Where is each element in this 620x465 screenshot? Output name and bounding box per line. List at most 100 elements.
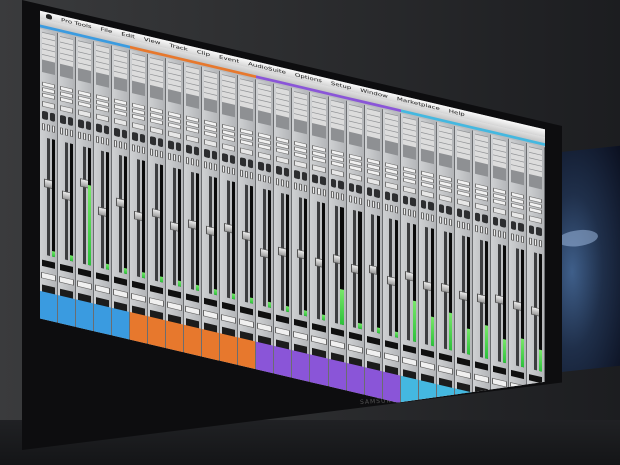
channel-buttons[interactable] — [330, 190, 344, 201]
automation-mode-selector[interactable] — [276, 156, 290, 165]
solo-mute-button[interactable] — [191, 158, 195, 166]
solo-mute-button[interactable] — [520, 235, 524, 244]
pan-knob[interactable] — [258, 161, 264, 172]
inserts-section[interactable] — [438, 125, 452, 169]
pan-knobs[interactable] — [312, 174, 326, 186]
io-section[interactable] — [366, 157, 380, 178]
solo-mute-button[interactable] — [268, 176, 272, 184]
solo-mute-button[interactable] — [173, 153, 177, 162]
pan-knobs[interactable] — [510, 220, 524, 233]
solo-mute-button[interactable] — [196, 159, 200, 167]
solo-mute-button[interactable] — [245, 170, 249, 179]
solo-mute-button[interactable] — [538, 239, 542, 248]
solo-mute-button[interactable] — [430, 214, 434, 222]
inserts-section[interactable] — [312, 95, 326, 139]
automation-mode-selector[interactable] — [474, 202, 488, 212]
io-section[interactable] — [114, 98, 128, 119]
volume-fader-track[interactable] — [191, 171, 195, 290]
automation-mode-selector[interactable] — [456, 198, 470, 207]
automation-mode-selector[interactable] — [402, 185, 416, 195]
pan-knobs[interactable] — [186, 144, 200, 156]
io-section[interactable] — [96, 94, 110, 114]
inserts-section[interactable] — [96, 44, 110, 88]
pan-knob[interactable] — [438, 203, 445, 214]
pan-knob[interactable] — [500, 218, 506, 228]
automation-mode-selector[interactable] — [168, 130, 182, 140]
automation-mode-selector[interactable] — [150, 126, 164, 135]
pan-knob[interactable] — [222, 152, 228, 163]
inserts-section[interactable] — [150, 57, 164, 101]
pan-knob[interactable] — [103, 125, 110, 135]
automation-mode-selector[interactable] — [132, 122, 146, 131]
track-name-field[interactable] — [59, 276, 75, 286]
solo-mute-button[interactable] — [366, 199, 370, 207]
channel-buttons[interactable] — [42, 123, 56, 133]
solo-mute-button[interactable] — [340, 193, 344, 201]
solo-mute-button[interactable] — [168, 152, 172, 161]
pan-knob[interactable] — [410, 197, 416, 207]
io-section[interactable] — [330, 149, 344, 169]
automation-mode-selector[interactable] — [42, 100, 56, 110]
io-section[interactable] — [402, 166, 416, 186]
track-name-field[interactable] — [419, 360, 435, 371]
inserts-section[interactable] — [258, 82, 272, 126]
io-section[interactable] — [132, 102, 146, 123]
solo-mute-button[interactable] — [52, 125, 56, 133]
channel-buttons[interactable] — [492, 228, 506, 239]
solo-mute-button[interactable] — [515, 234, 519, 242]
inserts-section[interactable] — [276, 87, 290, 131]
solo-mute-button[interactable] — [47, 124, 51, 132]
pan-knobs[interactable] — [276, 165, 290, 178]
inserts-section[interactable] — [240, 78, 254, 122]
solo-mute-button[interactable] — [497, 230, 501, 238]
solo-mute-button[interactable] — [492, 228, 496, 237]
pan-knobs[interactable] — [258, 161, 272, 173]
inserts-section[interactable] — [78, 40, 92, 84]
track-name-field[interactable] — [491, 377, 507, 388]
solo-mute-button[interactable] — [376, 201, 380, 210]
pan-knob[interactable] — [78, 119, 84, 129]
pan-knob[interactable] — [312, 174, 318, 184]
pan-knob[interactable] — [402, 195, 409, 205]
track-name-field[interactable] — [131, 293, 147, 303]
pan-knobs[interactable] — [348, 182, 362, 194]
automation-mode-selector[interactable] — [348, 172, 362, 182]
solo-mute-button[interactable] — [510, 233, 514, 241]
pan-knob[interactable] — [186, 144, 192, 155]
volume-fader-track[interactable] — [46, 137, 50, 256]
pan-knob[interactable] — [474, 212, 481, 222]
solo-mute-button[interactable] — [232, 167, 236, 176]
pan-knobs[interactable] — [150, 136, 164, 148]
solo-mute-button[interactable] — [70, 129, 74, 138]
volume-fader-track[interactable] — [64, 142, 68, 261]
solo-mute-button[interactable] — [474, 224, 478, 233]
pan-knobs[interactable] — [168, 140, 182, 152]
automation-mode-selector[interactable] — [312, 164, 326, 174]
channel-buttons[interactable] — [348, 195, 362, 206]
pan-knob[interactable] — [67, 116, 74, 127]
solo-mute-button[interactable] — [124, 142, 128, 150]
pan-knob[interactable] — [510, 220, 517, 231]
solo-mute-button[interactable] — [438, 216, 442, 224]
channel-buttons[interactable] — [168, 152, 182, 163]
track-name-field[interactable] — [239, 318, 255, 329]
apple-menu-icon[interactable] — [46, 13, 52, 20]
volume-fader-track[interactable] — [82, 146, 86, 265]
pan-knob[interactable] — [446, 205, 452, 216]
track-name-field[interactable] — [167, 301, 183, 312]
solo-mute-button[interactable] — [150, 148, 154, 157]
io-section[interactable] — [384, 162, 398, 182]
track-name-field[interactable] — [257, 322, 273, 333]
solo-mute-button[interactable] — [384, 203, 388, 212]
pan-knob[interactable] — [276, 165, 282, 176]
io-section[interactable] — [528, 196, 542, 216]
channel-buttons[interactable] — [384, 203, 398, 214]
inserts-section[interactable] — [222, 74, 236, 118]
volume-fader-track[interactable] — [227, 180, 231, 299]
io-section[interactable] — [42, 81, 56, 102]
pan-knobs[interactable] — [96, 123, 110, 135]
solo-mute-button[interactable] — [227, 166, 231, 175]
io-section[interactable] — [240, 128, 254, 148]
pan-knobs[interactable] — [402, 195, 416, 207]
solo-mute-button[interactable] — [106, 138, 110, 146]
